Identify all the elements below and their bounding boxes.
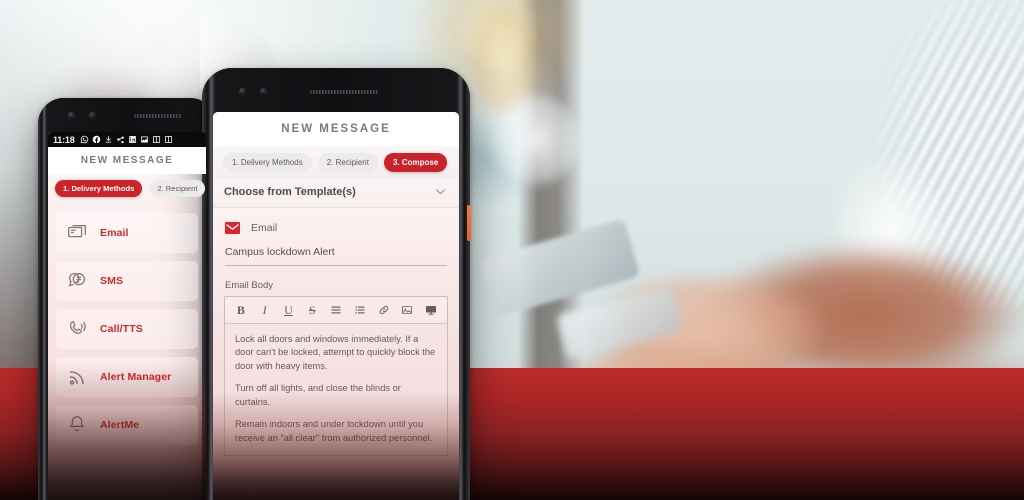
image-icon[interactable] bbox=[395, 302, 419, 318]
front-phone-sensors bbox=[239, 88, 267, 95]
front-phone-device: NEW MESSAGE 1. Delivery Methods 2. Recip… bbox=[202, 68, 471, 500]
channel-label: Email bbox=[251, 222, 278, 234]
camera-sensor-icon bbox=[239, 88, 246, 95]
status-bar: 11:18 bbox=[48, 132, 206, 147]
tab-recipient[interactable]: 2. Recipient bbox=[317, 153, 378, 172]
facebook-icon bbox=[92, 135, 101, 144]
list-item-label: Alert Manager bbox=[100, 371, 172, 383]
body-paragraph: Turn off all lights, and close the blind… bbox=[235, 383, 401, 407]
channel-row: Email bbox=[213, 208, 459, 242]
linkedin-icon bbox=[128, 135, 137, 144]
front-phone-title: NEW MESSAGE bbox=[213, 112, 459, 146]
list-item-alertme[interactable]: AlertMe bbox=[56, 405, 198, 445]
screenshot-stage: 11:18 NEW MESSAGE 1. Delivery Methods 2.… bbox=[0, 0, 1024, 500]
video-icon[interactable] bbox=[419, 302, 443, 318]
front-phone-screen: NEW MESSAGE 1. Delivery Methods 2. Recip… bbox=[213, 112, 459, 500]
phone-waves-icon bbox=[66, 318, 88, 340]
list-item-alert-manager[interactable]: Alert Manager bbox=[56, 357, 198, 397]
list-item-call-tts[interactable]: Call/TTS bbox=[56, 309, 198, 349]
tab-delivery-methods[interactable]: 1. Delivery Methods bbox=[223, 153, 312, 172]
underline-icon[interactable]: U bbox=[277, 302, 301, 318]
book-icon bbox=[152, 135, 161, 144]
editor-toolbar: B I U S bbox=[225, 297, 447, 324]
earpiece-speaker bbox=[310, 90, 378, 94]
back-phone-device: 11:18 NEW MESSAGE 1. Delivery Methods 2.… bbox=[38, 98, 216, 500]
proximity-sensor-icon bbox=[89, 112, 96, 119]
front-phone-tabs: 1. Delivery Methods 2. Recipient 3. Comp… bbox=[213, 146, 459, 179]
list-item-label: Email bbox=[100, 227, 129, 239]
back-phone-screen: 11:18 NEW MESSAGE 1. Delivery Methods 2.… bbox=[48, 132, 206, 500]
bold-icon[interactable]: B bbox=[229, 302, 253, 318]
share-icon bbox=[116, 135, 125, 144]
link-icon[interactable] bbox=[372, 302, 396, 318]
background-bokeh-light bbox=[488, 92, 584, 188]
back-phone-title: NEW MESSAGE bbox=[48, 147, 206, 174]
template-selector-label: Choose from Template(s) bbox=[224, 185, 356, 198]
email-body-editor: B I U S Lock all doors and windows immed… bbox=[224, 296, 448, 457]
delivery-method-list: Email SMS Call/TTS Alert Manager AlertMe bbox=[48, 203, 206, 445]
earpiece-speaker bbox=[134, 114, 182, 118]
book-icon-2 bbox=[164, 135, 173, 144]
bell-icon bbox=[66, 414, 88, 436]
power-button[interactable] bbox=[467, 205, 471, 241]
whatsapp-icon bbox=[80, 135, 89, 144]
body-paragraph: Lock all doors and windows immediately. … bbox=[235, 334, 436, 371]
envelope-icon bbox=[225, 222, 240, 234]
template-selector[interactable]: Choose from Template(s) bbox=[213, 179, 459, 208]
proximity-sensor-icon bbox=[260, 88, 267, 95]
ordered-list-icon[interactable] bbox=[348, 302, 372, 318]
list-item-label: SMS bbox=[100, 275, 124, 287]
email-body-label: Email Body bbox=[225, 280, 274, 291]
email-body-content[interactable]: Lock all doors and windows immediately. … bbox=[225, 324, 447, 455]
rss-icon bbox=[66, 366, 88, 388]
chat-bubbles-icon bbox=[66, 270, 88, 292]
chevron-down-icon[interactable] bbox=[434, 185, 447, 198]
unordered-list-icon[interactable] bbox=[324, 302, 348, 318]
tab-delivery-methods[interactable]: 1. Delivery Methods bbox=[55, 180, 143, 197]
back-phone-tabs: 1. Delivery Methods 2. Recipient bbox=[48, 174, 206, 203]
envelope-stack-icon bbox=[66, 222, 88, 244]
list-item-email[interactable]: Email bbox=[56, 213, 198, 253]
list-item-label: AlertMe bbox=[100, 419, 140, 431]
body-paragraph: Remain indoors and under lockdown until … bbox=[235, 419, 433, 443]
italic-icon[interactable]: I bbox=[253, 302, 277, 318]
tab-compose[interactable]: 3. Compose bbox=[383, 153, 448, 172]
tab-recipient[interactable]: 2. Recipient bbox=[149, 180, 206, 197]
list-item-sms[interactable]: SMS bbox=[56, 261, 198, 301]
subject-input[interactable]: Campus lockdown Alert bbox=[225, 246, 447, 266]
photo-icon bbox=[140, 135, 149, 144]
download-icon bbox=[104, 135, 113, 144]
camera-sensor-icon bbox=[68, 112, 75, 119]
strikethrough-icon[interactable]: S bbox=[300, 302, 324, 318]
back-phone-sensors bbox=[68, 112, 96, 119]
status-bar-time: 11:18 bbox=[53, 134, 75, 145]
list-item-label: Call/TTS bbox=[100, 323, 143, 335]
